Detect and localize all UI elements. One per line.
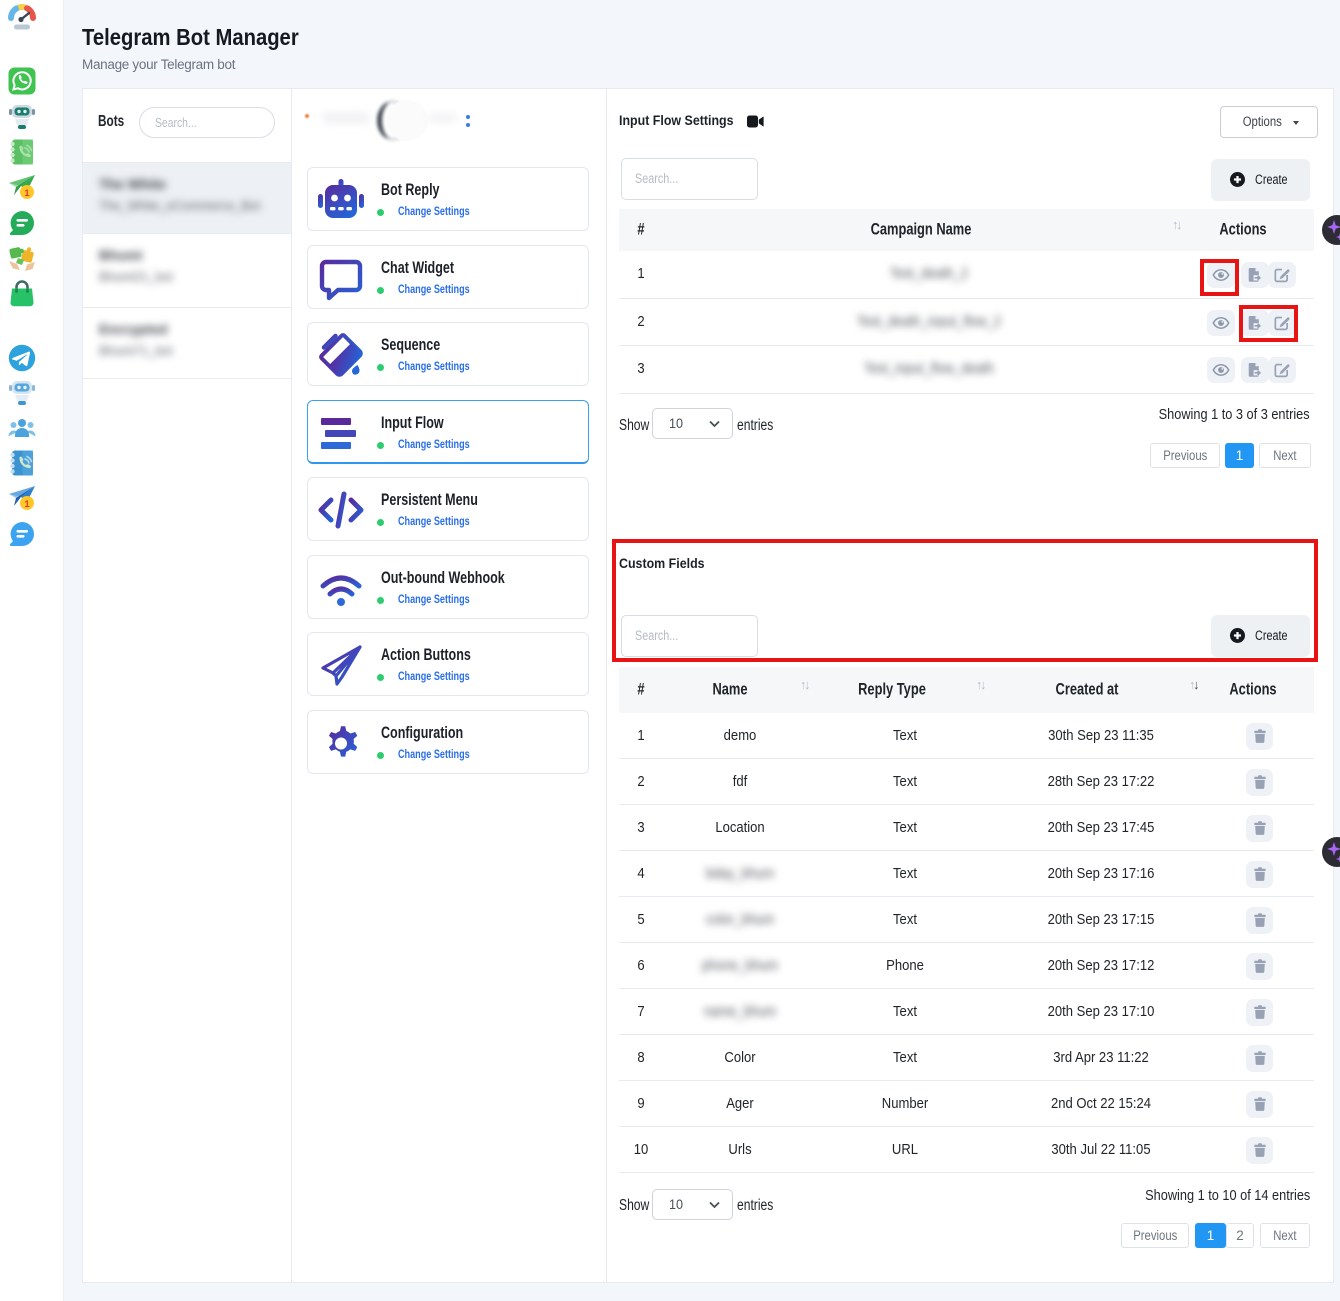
svg-text:1: 1 [24,188,30,199]
svg-text:1: 1 [24,499,30,510]
